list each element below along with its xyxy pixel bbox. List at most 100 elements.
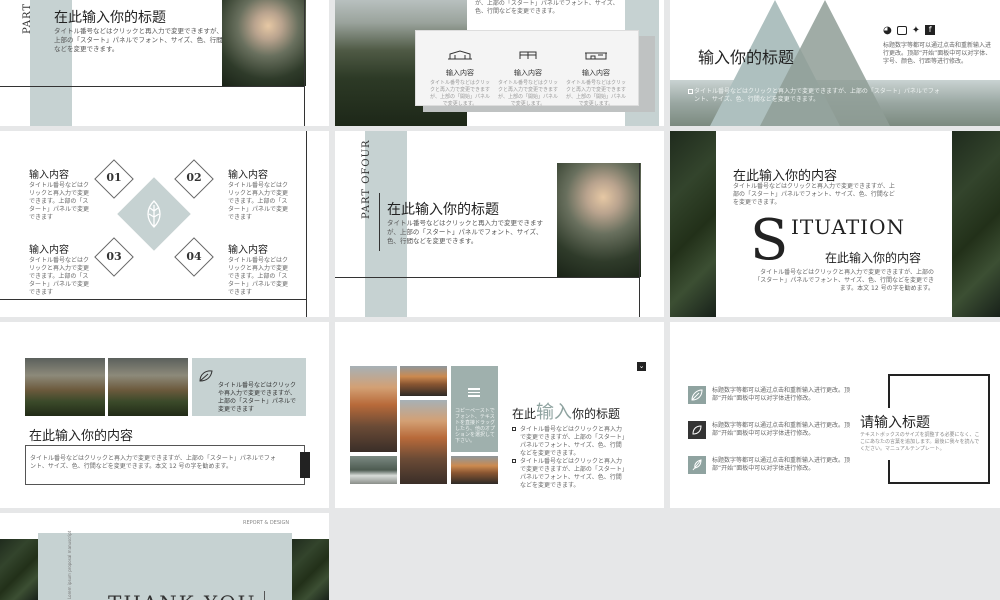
part-label: PART OFOUR (361, 139, 372, 219)
item-label: 输入内容 (228, 170, 268, 181)
landscape-photo (25, 358, 105, 416)
item-body: タイトル番号などはクリックと再入力で変更できます。上部の「スタート」パネルで変更… (228, 257, 289, 296)
leaf-photo-right (952, 131, 1000, 317)
menu-icon-mid (468, 392, 480, 393)
slide-thumbnail-7[interactable]: タイトル番号などはクリックや再入力で変更できますが、上部の「スタート」パネルで変… (0, 322, 329, 508)
frame-line (0, 86, 304, 87)
side-text: タイトル番号などはクリックや再入力で変更できますが、上部の「スタート」パネルで変… (218, 382, 297, 413)
number: 04 (186, 250, 202, 263)
bullet-square (688, 89, 693, 94)
sage-panel (38, 533, 292, 600)
slide-thumbnail-9[interactable]: 标题数字等都可以通过点击和重新输入进行更改。顶部“开始”面板中可以对字体进行修改… (670, 322, 1000, 508)
slide-title: 输入你的标题 (698, 48, 795, 67)
frame-line (639, 163, 640, 317)
feature-label: 输入内容 (514, 69, 542, 77)
feature-body: タイトル番号などはクリックと再入力で変更できますが、上部の「開始」パネルで変更し… (498, 80, 559, 107)
number: 03 (106, 250, 122, 263)
slide-thumbnail-8[interactable]: コピーペーストでフォント、テキストを直接ドラッグしたら、他のオプションを選択して… (335, 322, 664, 508)
bullet-text: タイトル番号などはクリックと再入力で変更できますが、上部の「スタート」パネルでフ… (520, 426, 625, 457)
big-letter: S (750, 208, 789, 273)
item-label: 输入内容 (29, 170, 69, 181)
icon-tile (688, 386, 706, 404)
item-text: 标题数字等都可以通过点击和重新输入进行更改。顶部“开始”面板中可以对字体进行修改… (712, 457, 851, 472)
divider-line (264, 591, 265, 600)
slide-body: タイトル番号などはクリックと再入力で変更できますが、上部の「スタート」パネルでフ… (54, 27, 223, 53)
content-heading: 在此输入你的内容 (733, 169, 838, 184)
chevron-down-icon[interactable]: ⌄ (637, 362, 646, 371)
item-label: 输入内容 (228, 245, 268, 256)
big-word: ITUATION (791, 215, 905, 239)
social-icons: ◕ ✦ f (883, 25, 936, 36)
twitter-icon[interactable]: ✦ (912, 25, 920, 36)
canyon-photo (400, 400, 447, 484)
leaf-icon (199, 370, 213, 382)
title-big: 输入 (536, 402, 573, 423)
top-text: が、上部の「スタート」パネルでフォント、サイズ、色、行間などを変更できます。 (475, 0, 619, 15)
feature-body: タイトル番号などはクリックと再入力で変更できますが、上部の「開始」パネルで変更し… (566, 80, 627, 107)
bullet-square (512, 459, 516, 463)
landscape-photo (108, 358, 188, 416)
slide-thumbnail-4[interactable]: 01 02 03 04 输入内容 タイトル番号などはクリックと再入力で変更できま… (0, 131, 329, 317)
footer-text: タイトル番号などはクリックと再入力で変更できますが、上部の「スタート」パネルでフ… (694, 88, 940, 103)
forest-photo (557, 163, 641, 277)
frame-line (306, 131, 307, 317)
feature-label: 输入内容 (446, 69, 474, 77)
title-pre: 在此 (512, 407, 537, 421)
leaf-icon (691, 389, 703, 401)
item-body: タイトル番号などはクリックと再入力で変更できます。上部の「スタート」パネルで変更… (29, 257, 90, 296)
feature-1: 输入内容 タイトル番号などはクリックと再入力で変更できますが、上部の「開始」パネ… (430, 45, 490, 108)
leaf-icon (147, 200, 161, 228)
leaf-photo-left (0, 539, 38, 600)
frame-line (335, 277, 639, 278)
feature-label: 输入内容 (582, 69, 610, 77)
sub-body: タイトル番号などはクリックと再入力で変更できますが、上部の「スタート」パネルでフ… (754, 269, 934, 292)
canyon-photo (350, 366, 397, 452)
slide-body: タイトル番号などはクリックと再入力で変更できますが、上部の「スタート」パネルでフ… (387, 219, 543, 245)
bullet-square (512, 427, 516, 431)
content-heading: 在此输入你的内容 (29, 429, 134, 444)
heading-body: タイトル番号などはクリックと再入力で変更できますが、上部の「スタート」パネルでフ… (733, 183, 895, 206)
side-text: Lorem ipsum proposal manuscript (67, 530, 72, 599)
sage-text: コピーペーストでフォント、テキストを直接ドラッグしたら、他のオプションを選択して… (455, 408, 496, 444)
item-body: タイトル番号などはクリックと再入力で変更できます。上部の「スタート」パネルで変更… (29, 182, 90, 221)
slide-thumbnail-1[interactable]: PART 在此输入你的标题 タイトル番号などはクリックと再入力で変更できますが、… (0, 0, 329, 126)
facebook-icon[interactable]: f (925, 25, 936, 35)
feature-3: 输入内容 タイトル番号などはクリックと再入力で変更できますが、上部の「開始」パネ… (566, 45, 626, 108)
leaf-icon (692, 425, 702, 435)
frame-line (304, 0, 305, 126)
slide-thumbnail-6[interactable]: 在此输入你的内容 タイトル番号などはクリックと再入力で変更できますが、上部の「ス… (670, 131, 1000, 317)
slide-thumbnail-5[interactable]: PART OFOUR 在此输入你的标题 タイトル番号などはクリックと再入力で変更… (335, 131, 664, 317)
camera-icon[interactable] (896, 26, 907, 35)
slide-thumbnail-10[interactable]: REPORT & DESIGN Lorem ipsum proposal man… (0, 513, 329, 600)
feature-2: 输入内容 タイトル番号などはクリックと再入力で変更できますが、上部の「開始」パネ… (498, 45, 558, 108)
canyon-photo (451, 456, 498, 484)
title-post: 你的标题 (572, 407, 621, 421)
shop-icon (585, 52, 607, 60)
content-body: タイトル番号などはクリックと再入力で変更できますが、上部の「スタート」パネルでフ… (30, 455, 276, 470)
slide-thumbnail-3[interactable]: 输入你的标题 ◕ ✦ f 标题数字等都可以通过点击和重新输入进行更改。顶部“开始… (670, 0, 1000, 126)
feather-icon (692, 459, 702, 471)
accent-bar (300, 452, 310, 478)
slide-title: 在此输入你的标题 (387, 202, 499, 218)
slide-title: 在此输入你的标题 (512, 398, 620, 424)
sub-heading: 在此输入你的内容 (825, 251, 922, 265)
slide-body: テキストボックスのサイズを調整する必要になく、ここにあなたの言葉を追加します。最… (860, 432, 980, 452)
number: 02 (186, 171, 202, 184)
item-text: 标题数字等都可以通过点击和重新输入进行更改。顶部“开始”面板中可以对字体进行修改… (712, 387, 851, 402)
bullet-text: タイトル番号などはクリックと再入力で変更できますが、上部の「スタート」パネルでフ… (520, 458, 625, 489)
item-label: 输入内容 (29, 245, 69, 256)
forest-photo (222, 0, 306, 86)
icon-tile (688, 421, 706, 439)
features-card: 输入内容 タイトル番号などはクリックと再入力で変更できますが、上部の「開始」パネ… (415, 30, 639, 108)
slide-thumbnail-2[interactable]: が、上部の「スタート」パネルでフォント、サイズ、色、行間などを変更できます。 输… (335, 0, 664, 126)
building-icon (448, 50, 472, 60)
divider-line (379, 193, 380, 251)
frame-line (0, 299, 306, 300)
slide-title: 在此输入你的标题 (54, 10, 166, 26)
feature-body: タイトル番号などはクリックと再入力で変更できますが、上部の「開始」パネルで変更し… (430, 80, 491, 107)
leaf-photo-left (670, 131, 716, 317)
number: 01 (106, 171, 122, 184)
weibo-icon[interactable]: ◕ (883, 25, 892, 36)
item-text: 标题数字等都可以通过点击和重新输入进行更改。顶部“开始”面板中可以对字体进行修改… (712, 422, 851, 437)
report-tag: REPORT & DESIGN (243, 520, 290, 526)
